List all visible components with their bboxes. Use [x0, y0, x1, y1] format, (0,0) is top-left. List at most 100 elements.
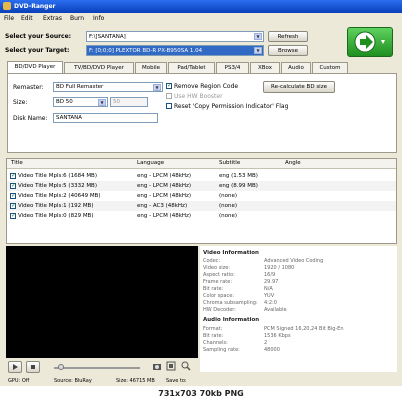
info-key: Color space: — [203, 293, 234, 299]
menu-extras[interactable]: Extras — [43, 15, 62, 22]
zoom-icon[interactable] — [181, 361, 191, 371]
play-button[interactable] — [8, 361, 22, 373]
tab-bd-dvd-player[interactable]: BD/DVD Player — [7, 61, 63, 73]
tab-label: XBox — [258, 65, 272, 71]
seek-handle[interactable] — [58, 364, 64, 370]
row-checkbox[interactable] — [10, 202, 16, 209]
size-select[interactable]: BD 50 ▼ — [53, 97, 108, 107]
size-value: BD 50 — [56, 99, 73, 105]
tab-xbox[interactable]: XBox — [250, 62, 280, 73]
chevron-down-icon[interactable]: ▼ — [98, 99, 106, 106]
target-input[interactable]: F: [0;0;0] PLEXTOR BD-R PX-B950SA 1.04 ▼ — [86, 45, 264, 56]
tab-tv-bd-dvd-player[interactable]: TV/BD/DVD Player — [64, 62, 134, 73]
col-angle[interactable]: Angle — [285, 160, 301, 166]
info-value: 2 — [264, 340, 268, 346]
tab-label: Pad/Tablet — [177, 65, 206, 71]
reset-copy-checkbox[interactable] — [166, 103, 172, 109]
profile-tabs: BD/DVD Player TV/BD/DVD Player Mobile Pa… — [7, 61, 397, 73]
row-subtitle: (none) — [219, 203, 238, 209]
col-subtitle[interactable]: Subtitle — [219, 160, 240, 166]
source-value: F:\[SANTANA] — [89, 34, 126, 40]
remaster-select[interactable]: BD Full Remaster ▼ — [53, 82, 163, 92]
tab-mobile[interactable]: Mobile — [135, 62, 167, 73]
tab-label: PS3/4 — [224, 65, 241, 71]
col-title[interactable]: Title — [11, 160, 23, 166]
remaster-label: Remaster: — [13, 84, 44, 91]
stop-icon — [31, 365, 35, 369]
row-language: eng - LPCM (48kHz) — [137, 183, 192, 189]
start-button[interactable] — [347, 27, 393, 57]
seek-track[interactable] — [54, 367, 140, 369]
source-status: Source: BluRay — [54, 378, 92, 384]
tab-custom[interactable]: Custom — [312, 62, 348, 73]
diskname-input[interactable]: SANTANA — [53, 113, 158, 123]
info-key: Format: — [203, 326, 223, 332]
info-value: N/A — [264, 286, 273, 292]
remove-region-checkbox[interactable] — [166, 82, 172, 89]
info-value: 4:2:0 — [264, 300, 277, 306]
browse-button[interactable]: Browse — [268, 45, 308, 56]
row-title: Video Title Mpls:5 (3332 MB) — [18, 183, 97, 189]
tab-pad-tablet[interactable]: Pad/Tablet — [168, 62, 215, 73]
chevron-down-icon[interactable]: ▼ — [153, 84, 161, 91]
menu-edit[interactable]: Edit — [21, 15, 33, 22]
table-row[interactable]: Video Title Mpls:5 (3332 MB) eng - LPCM … — [7, 181, 396, 191]
menu-burn[interactable]: Burn — [70, 15, 84, 22]
reset-copy-label: Reset 'Copy Permission Indicator' Flag — [174, 103, 289, 110]
recalculate-button[interactable]: Re-calculate BD size — [263, 81, 335, 93]
fullscreen-icon[interactable] — [166, 361, 176, 371]
size-custom-input[interactable]: 50 — [110, 97, 148, 107]
play-icon — [13, 364, 18, 370]
tab-ps3-4[interactable]: PS3/4 — [216, 62, 249, 73]
row-checkbox[interactable] — [10, 192, 16, 199]
info-key: Chroma subsampling: — [203, 300, 258, 306]
info-value: Available — [264, 307, 287, 313]
table-row[interactable]: Video Title Mpls:1 (192 MB) eng - AC3 (4… — [7, 201, 396, 211]
window-title: DVD-Ranger — [14, 3, 56, 10]
row-checkbox[interactable] — [10, 212, 16, 219]
tab-audio[interactable]: Audio — [281, 62, 311, 73]
row-language: eng - LPCM (48kHz) — [137, 213, 192, 219]
info-key: Video size: — [203, 265, 230, 271]
chevron-down-icon[interactable]: ▼ — [254, 33, 262, 40]
source-input[interactable]: F:\[SANTANA] ▼ — [86, 31, 264, 42]
camera-icon[interactable] — [152, 361, 162, 371]
stop-button[interactable] — [26, 361, 40, 373]
hw-booster-label: Use HW Booster — [174, 93, 223, 100]
audio-info-heading: Audio Information — [203, 317, 260, 323]
row-subtitle: (none) — [219, 213, 238, 219]
table-row[interactable]: Video Title Mpls:6 (1684 MB) eng - LPCM … — [7, 171, 396, 181]
info-key: HW Decoder: — [203, 307, 236, 313]
chevron-down-icon[interactable]: ▼ — [254, 47, 262, 54]
size-label: Size: — [13, 99, 28, 106]
info-key: Codec: — [203, 258, 221, 264]
status-bar: GPU: Off Source: BluRay Size: 46715 MB S… — [6, 376, 402, 386]
info-value: 48000 — [264, 347, 280, 353]
info-key: Channels: — [203, 340, 228, 346]
col-language[interactable]: Language — [137, 160, 164, 166]
row-language: eng - AC3 (48kHz) — [137, 203, 188, 209]
row-language: eng - LPCM (48kHz) — [137, 193, 192, 199]
info-value: 16/9 — [264, 272, 276, 278]
image-caption: 731x703 70kb PNG — [0, 386, 402, 402]
row-title: Video Title Mpls:2 (40649 MB) — [18, 193, 101, 199]
target-value: F: [0;0;0] PLEXTOR BD-R PX-B950SA 1.04 — [89, 48, 203, 54]
hw-booster-checkbox[interactable] — [166, 93, 172, 99]
refresh-button[interactable]: Refresh — [268, 31, 308, 42]
table-row[interactable]: Video Title Mpls:0 (829 MB) eng - LPCM (… — [7, 211, 396, 221]
tab-label: Audio — [288, 65, 304, 71]
menu-file[interactable]: File — [4, 15, 14, 22]
row-title: Video Title Mpls:0 (829 MB) — [18, 213, 94, 219]
row-language: eng - LPCM (48kHz) — [137, 173, 192, 179]
settings-panel: Remaster: BD Full Remaster ▼ Size: BD 50… — [7, 73, 397, 153]
table-row[interactable]: Video Title Mpls:2 (40649 MB) eng - LPCM… — [7, 191, 396, 201]
size-custom-value: 50 — [113, 99, 120, 105]
row-checkbox[interactable] — [10, 172, 16, 179]
tab-label: TV/BD/DVD Player — [74, 65, 124, 71]
menu-info[interactable]: Info — [93, 15, 104, 22]
row-checkbox[interactable] — [10, 182, 16, 189]
row-subtitle: (none) — [219, 193, 238, 199]
remove-region-label: Remove Region Code — [174, 83, 239, 90]
video-preview[interactable] — [6, 246, 198, 358]
arrow-right-icon — [354, 31, 385, 53]
